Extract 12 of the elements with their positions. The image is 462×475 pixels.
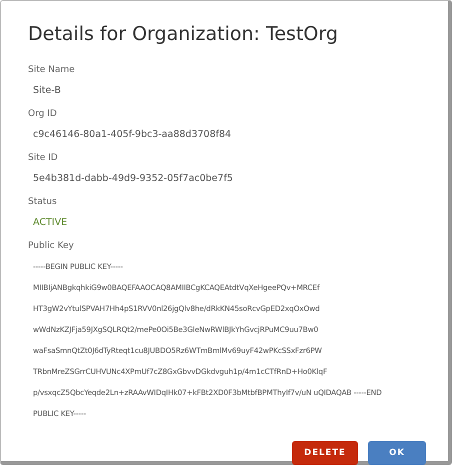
dialog-title: Details for Organization: TestOrg [28,23,339,45]
field-label: Site ID [28,152,59,165]
field-value: c9c46146-80a1-405f-9bc3-aa88d3708f84 [32,128,232,142]
field-label: Site Name [28,64,76,77]
status-value: ACTIVE [32,216,68,230]
field-value: Site-B [32,84,62,98]
field-label: Org ID [28,108,58,121]
field-label: Public Key [28,240,75,253]
ok-button[interactable]: OK [368,441,426,465]
field-value: 5e4b381d-dabb-49d9-9352-05f7ac0be7f5 [32,172,234,186]
field-label: Status [28,196,58,209]
delete-button[interactable]: DELETE [292,441,358,465]
